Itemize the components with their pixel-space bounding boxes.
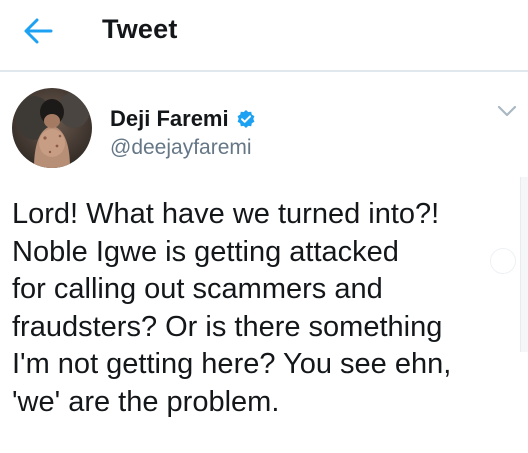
tweet-text-line: I'm not getting here? You see ehn, bbox=[12, 348, 452, 380]
tweet-text-line: Lord! What have we turned into?! bbox=[12, 198, 440, 230]
tweet-text-line: 'we' are the problem. bbox=[12, 385, 280, 418]
tweet-text: Lord! What have we turned into?! Noble I… bbox=[12, 196, 512, 421]
top-app-bar: Tweet bbox=[0, 0, 528, 70]
author-name-row[interactable]: Deji Faremi bbox=[110, 106, 256, 132]
page-title: Tweet bbox=[102, 14, 178, 44]
verified-badge-icon bbox=[236, 109, 256, 129]
arrow-left-icon bbox=[23, 17, 53, 50]
scroll-hint-circle bbox=[490, 248, 516, 274]
tweet-detail-screen: Tweet Deji Faremi @deejayfaremi Lord! Wh… bbox=[0, 0, 528, 453]
tweet-menu-button[interactable] bbox=[494, 102, 520, 124]
back-button[interactable] bbox=[20, 16, 56, 50]
tweet-text-line: for calling out scammers and bbox=[12, 273, 383, 305]
tweet-text-line: fraudsters? Or is there something bbox=[12, 310, 443, 343]
tweet-text-line: Noble Igwe is getting attacked bbox=[12, 235, 399, 268]
chevron-down-icon bbox=[497, 104, 517, 122]
author-name: Deji Faremi bbox=[110, 106, 229, 131]
author-handle[interactable]: @deejayfaremi bbox=[110, 136, 252, 160]
avatar[interactable] bbox=[12, 88, 92, 168]
header-divider bbox=[0, 70, 528, 72]
scrollbar[interactable] bbox=[520, 177, 528, 352]
